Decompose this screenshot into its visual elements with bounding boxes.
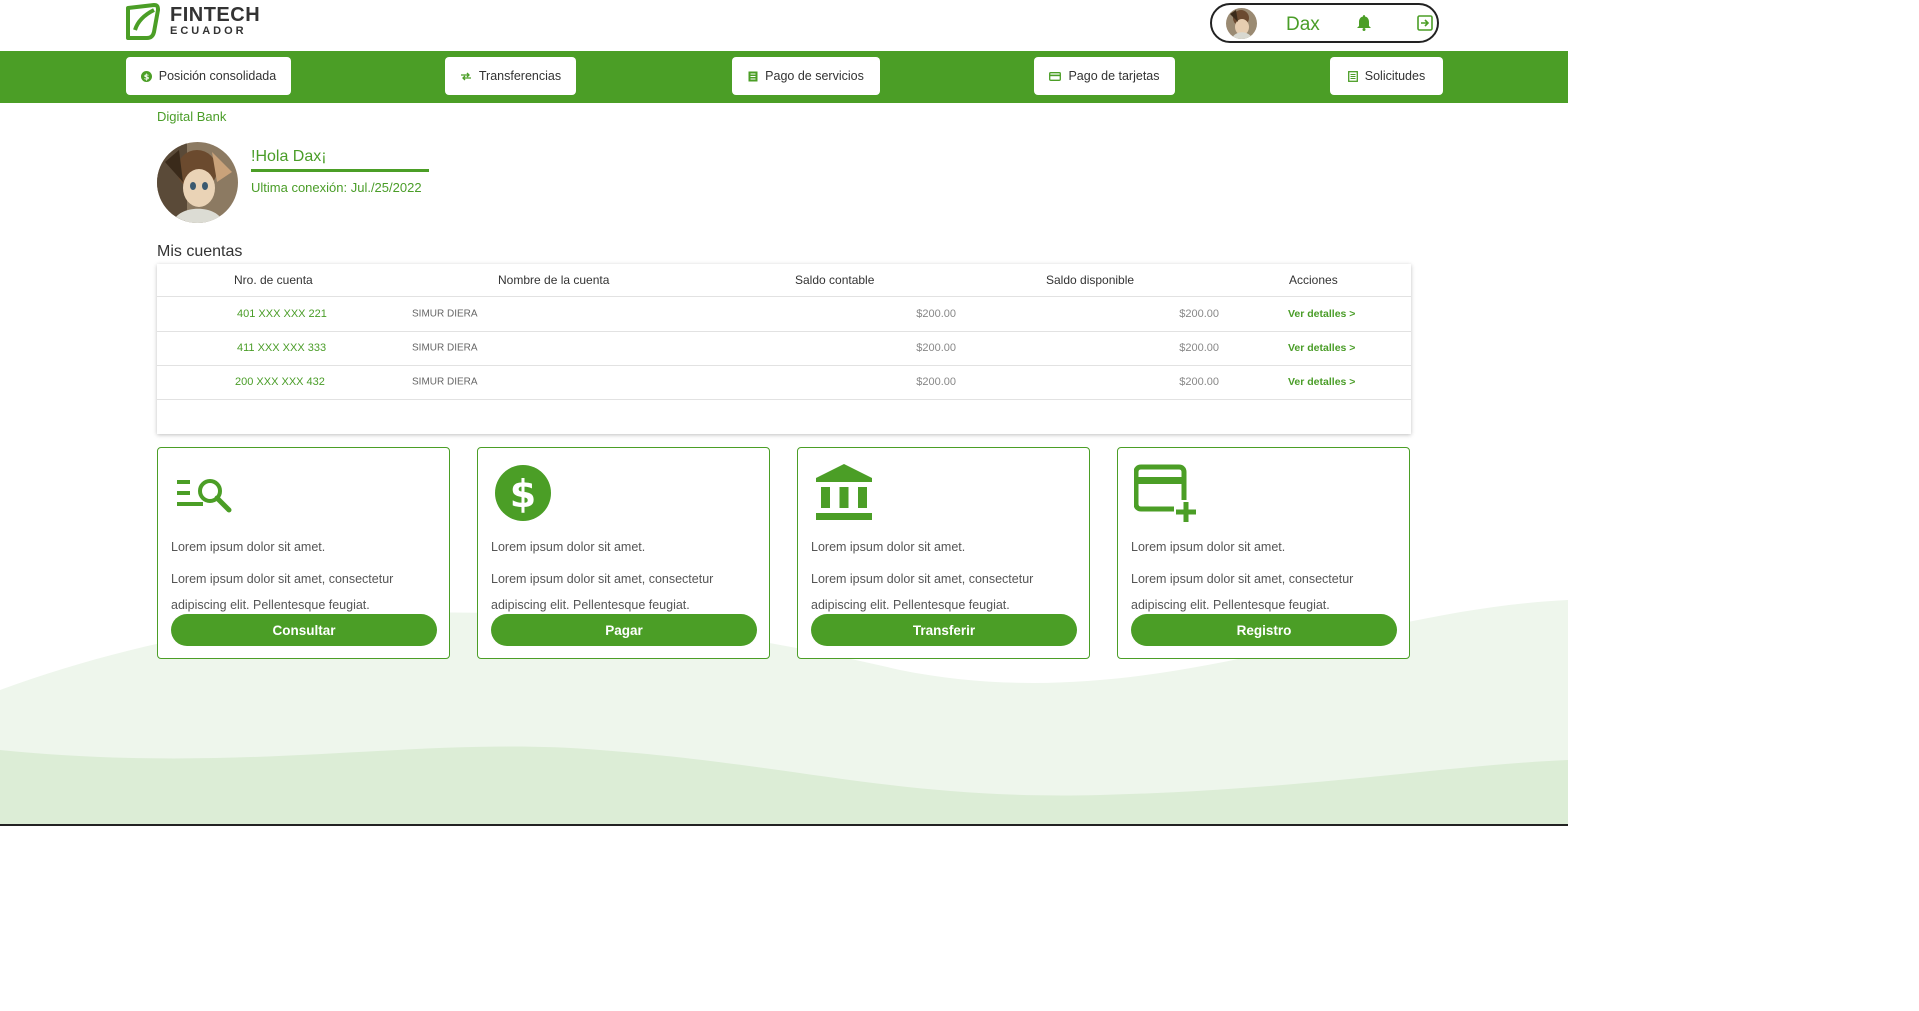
card-registro: Lorem ipsum dolor sit amet. Lorem ipsum … (1117, 447, 1410, 659)
table-header: Nro. de cuenta Nombre de la cuenta Saldo… (157, 264, 1411, 297)
greeting-underline (251, 169, 429, 172)
account-number: 200 XXX XXX 432 (235, 376, 325, 388)
card-text: Lorem ipsum dolor sit amet. (171, 540, 326, 554)
card-description: Lorem ipsum dolor sit amet, consectetur … (491, 572, 714, 612)
account-number: 401 XXX XXX 221 (237, 308, 327, 320)
card-description: Lorem ipsum dolor sit amet, consectetur … (811, 572, 1034, 612)
leaf-logo-icon (126, 3, 160, 40)
transferir-button[interactable]: Transferir (811, 614, 1077, 646)
consultar-button[interactable]: Consultar (171, 614, 437, 646)
accounting-balance: $200.00 (916, 308, 956, 320)
nav-pago-servicios[interactable]: Pago de servicios (732, 57, 880, 95)
card-text: Lorem ipsum dolor sit amet. (811, 540, 966, 554)
view-details-link[interactable]: Ver detalles > (1288, 342, 1355, 354)
document-list-icon (1347, 70, 1358, 82)
transfer-arrows-icon (460, 72, 471, 80)
card-transferir: Lorem ipsum dolor sit amet. Lorem ipsum … (797, 447, 1090, 659)
greeting-title: !Hola Dax¡ (251, 148, 327, 165)
top-header: FINTECH ECUADOR Dax (0, 0, 1568, 51)
available-balance: $200.00 (1179, 376, 1219, 388)
brand-subtitle: ECUADOR (170, 25, 247, 37)
receipt-icon (748, 71, 758, 81)
notification-bell-icon[interactable] (1357, 15, 1371, 31)
view-details-link[interactable]: Ver detalles > (1288, 308, 1355, 320)
accounts-section-title: Mis cuentas (157, 243, 243, 260)
card-description: Lorem ipsum dolor sit amet, consectetur … (1131, 572, 1354, 612)
brand-logo[interactable]: FINTECH ECUADOR (124, 2, 260, 40)
table-row: 411 XXX XXX 333 SIMUR DIERA $200.00 $200… (157, 331, 1411, 366)
nav-label: Solicitudes (1364, 69, 1426, 83)
accounting-balance: $200.00 (916, 376, 956, 388)
nav-label: Pago de servicios (765, 69, 864, 83)
pagar-button[interactable]: Pagar (491, 614, 757, 646)
breadcrumb[interactable]: Digital Bank (157, 109, 226, 124)
nav-label: Posición consolidada (158, 69, 277, 83)
accounts-table: Nro. de cuenta Nombre de la cuenta Saldo… (157, 264, 1411, 434)
svg-text:$: $ (143, 72, 149, 81)
bank-icon (816, 464, 872, 520)
column-header: Saldo disponible (1046, 273, 1135, 287)
add-card-icon (1134, 464, 1196, 522)
user-name: Dax (1286, 14, 1320, 35)
available-balance: $200.00 (1179, 342, 1219, 354)
card-description: Lorem ipsum dolor sit amet, consectetur … (171, 572, 394, 612)
account-name: SIMUR DIERA (412, 376, 478, 388)
card-text: Lorem ipsum dolor sit amet. (1131, 540, 1286, 554)
column-header: Saldo contable (795, 273, 875, 287)
last-connection: Ultima conexión: Jul./25/2022 (251, 180, 422, 195)
table-row: 200 XXX XXX 432 SIMUR DIERA $200.00 $200… (157, 365, 1411, 400)
accounting-balance: $200.00 (916, 342, 956, 354)
column-header: Acciones (1289, 273, 1338, 287)
nav-label: Transferencias (478, 69, 562, 83)
dollar-coin-icon: $ (495, 465, 551, 521)
view-details-link[interactable]: Ver detalles > (1288, 376, 1355, 388)
logout-icon[interactable] (1417, 15, 1433, 31)
nav-transferencias[interactable]: Transferencias (445, 57, 576, 95)
card-text: Lorem ipsum dolor sit amet. (491, 540, 646, 554)
card-pagar: $ Lorem ipsum dolor sit amet. Lorem ipsu… (477, 447, 770, 659)
registro-button[interactable]: Registro (1131, 614, 1397, 646)
card-consultar: Lorem ipsum dolor sit amet. Lorem ipsum … (157, 447, 450, 659)
account-name: SIMUR DIERA (412, 342, 478, 354)
nav-posicion-consolidada[interactable]: $ Posición consolidada (126, 57, 291, 95)
account-number: 411 XXX XXX 333 (237, 342, 327, 354)
page-bottom-border (0, 824, 1568, 826)
account-name: SIMUR DIERA (412, 308, 478, 320)
dollar-circle-icon: $ (140, 70, 152, 82)
column-header: Nombre de la cuenta (498, 273, 610, 287)
column-header: Nro. de cuenta (234, 273, 313, 287)
main-navigation: $ Posición consolidada Transferencias Pa… (0, 51, 1568, 103)
svg-text:$: $ (510, 472, 536, 516)
nav-solicitudes[interactable]: Solicitudes (1330, 57, 1443, 95)
nav-pago-tarjetas[interactable]: Pago de tarjetas (1034, 57, 1175, 95)
search-list-icon (177, 479, 232, 513)
brand-name: FINTECH (170, 4, 261, 26)
table-row: 401 XXX XXX 221 SIMUR DIERA $200.00 $200… (157, 297, 1411, 332)
profile-avatar (157, 142, 238, 223)
credit-card-icon (1049, 71, 1062, 81)
available-balance: $200.00 (1179, 308, 1219, 320)
user-avatar[interactable] (1226, 8, 1257, 39)
user-menu[interactable]: Dax (1210, 3, 1439, 43)
nav-label: Pago de tarjetas (1068, 69, 1160, 83)
